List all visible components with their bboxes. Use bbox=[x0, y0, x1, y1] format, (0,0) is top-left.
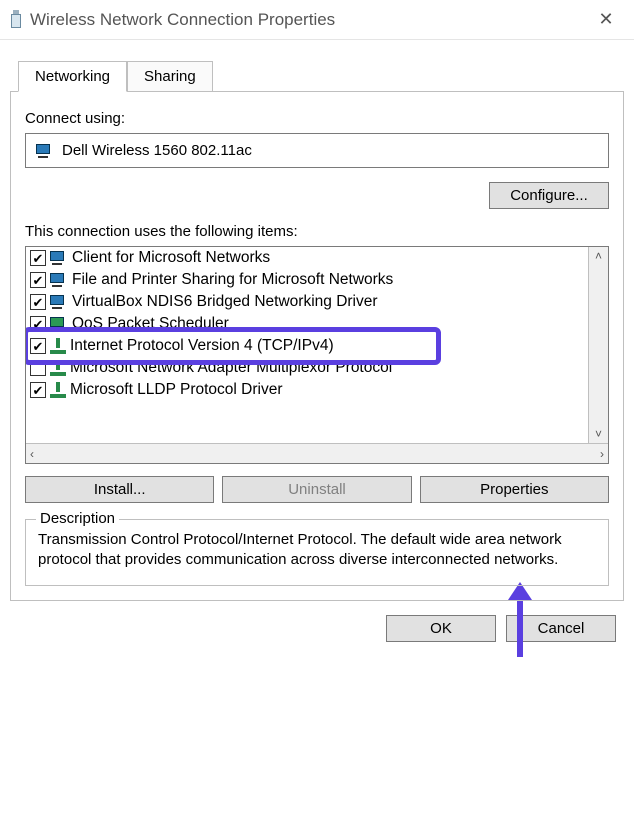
checkbox[interactable] bbox=[30, 382, 46, 398]
item-label: VirtualBox NDIS6 Bridged Networking Driv… bbox=[72, 293, 378, 311]
network-component-icon bbox=[50, 273, 68, 287]
list-item[interactable]: Internet Protocol Version 4 (TCP/IPv4) bbox=[26, 335, 588, 357]
item-label: Microsoft Network Adapter Multiplexor Pr… bbox=[70, 359, 392, 377]
scroll-up-icon[interactable]: ˄ bbox=[595, 249, 602, 263]
vertical-scrollbar[interactable]: ˄ ˅ bbox=[588, 247, 608, 443]
adapter-name: Dell Wireless 1560 802.11ac bbox=[62, 142, 252, 159]
item-label: Client for Microsoft Networks bbox=[72, 249, 270, 267]
tab-strip: Networking Sharing bbox=[18, 60, 624, 91]
item-label: QoS Packet Scheduler bbox=[72, 315, 229, 333]
items-list: Client for Microsoft Networks File and Pr… bbox=[25, 246, 609, 464]
item-label: Microsoft LLDP Protocol Driver bbox=[70, 381, 282, 399]
network-adapter-icon bbox=[36, 144, 54, 158]
protocol-icon bbox=[50, 360, 66, 376]
scroll-left-icon[interactable]: ‹ bbox=[30, 447, 34, 461]
network-component-icon bbox=[50, 317, 68, 331]
cancel-button[interactable]: Cancel bbox=[506, 615, 616, 642]
description-text: Transmission Control Protocol/Internet P… bbox=[38, 530, 596, 571]
list-item[interactable]: Microsoft Network Adapter Multiplexor Pr… bbox=[26, 357, 588, 379]
horizontal-scrollbar[interactable]: ‹ › bbox=[26, 443, 608, 463]
network-component-icon bbox=[50, 295, 68, 309]
adapter-box[interactable]: Dell Wireless 1560 802.11ac bbox=[25, 133, 609, 168]
install-button[interactable]: Install... bbox=[25, 476, 214, 503]
close-icon[interactable]: ✕ bbox=[586, 9, 626, 30]
connect-using-label: Connect using: bbox=[25, 110, 609, 127]
window-title: Wireless Network Connection Properties bbox=[24, 10, 586, 30]
tab-panel-networking: Connect using: Dell Wireless 1560 802.11… bbox=[10, 91, 624, 601]
checkbox[interactable] bbox=[30, 272, 46, 288]
scroll-down-icon[interactable]: ˅ bbox=[595, 427, 602, 441]
ok-button[interactable]: OK bbox=[386, 615, 496, 642]
properties-button[interactable]: Properties bbox=[420, 476, 609, 503]
list-item[interactable]: Client for Microsoft Networks bbox=[26, 247, 588, 269]
description-group: Description Transmission Control Protoco… bbox=[25, 519, 609, 586]
item-label: File and Printer Sharing for Microsoft N… bbox=[72, 271, 393, 289]
checkbox[interactable] bbox=[30, 294, 46, 310]
description-legend: Description bbox=[36, 510, 119, 527]
checkbox[interactable] bbox=[30, 316, 46, 332]
items-label: This connection uses the following items… bbox=[25, 223, 609, 240]
checkbox[interactable] bbox=[30, 360, 46, 376]
network-component-icon bbox=[50, 251, 68, 265]
items-scroll-area[interactable]: Client for Microsoft Networks File and Pr… bbox=[26, 247, 588, 443]
protocol-icon bbox=[50, 338, 66, 354]
protocol-icon bbox=[50, 382, 66, 398]
checkbox[interactable] bbox=[30, 338, 46, 354]
list-item[interactable]: File and Printer Sharing for Microsoft N… bbox=[26, 269, 588, 291]
list-item[interactable]: Microsoft LLDP Protocol Driver bbox=[26, 379, 588, 401]
list-item[interactable]: VirtualBox NDIS6 Bridged Networking Driv… bbox=[26, 291, 588, 313]
app-icon bbox=[8, 10, 24, 30]
titlebar: Wireless Network Connection Properties ✕ bbox=[0, 0, 634, 40]
configure-button[interactable]: Configure... bbox=[489, 182, 609, 209]
checkbox[interactable] bbox=[30, 250, 46, 266]
tab-sharing[interactable]: Sharing bbox=[127, 61, 213, 92]
item-label: Internet Protocol Version 4 (TCP/IPv4) bbox=[70, 337, 334, 355]
scroll-right-icon[interactable]: › bbox=[600, 447, 604, 461]
uninstall-button: Uninstall bbox=[222, 476, 411, 503]
list-item[interactable]: QoS Packet Scheduler bbox=[26, 313, 588, 335]
tab-networking[interactable]: Networking bbox=[18, 61, 127, 92]
